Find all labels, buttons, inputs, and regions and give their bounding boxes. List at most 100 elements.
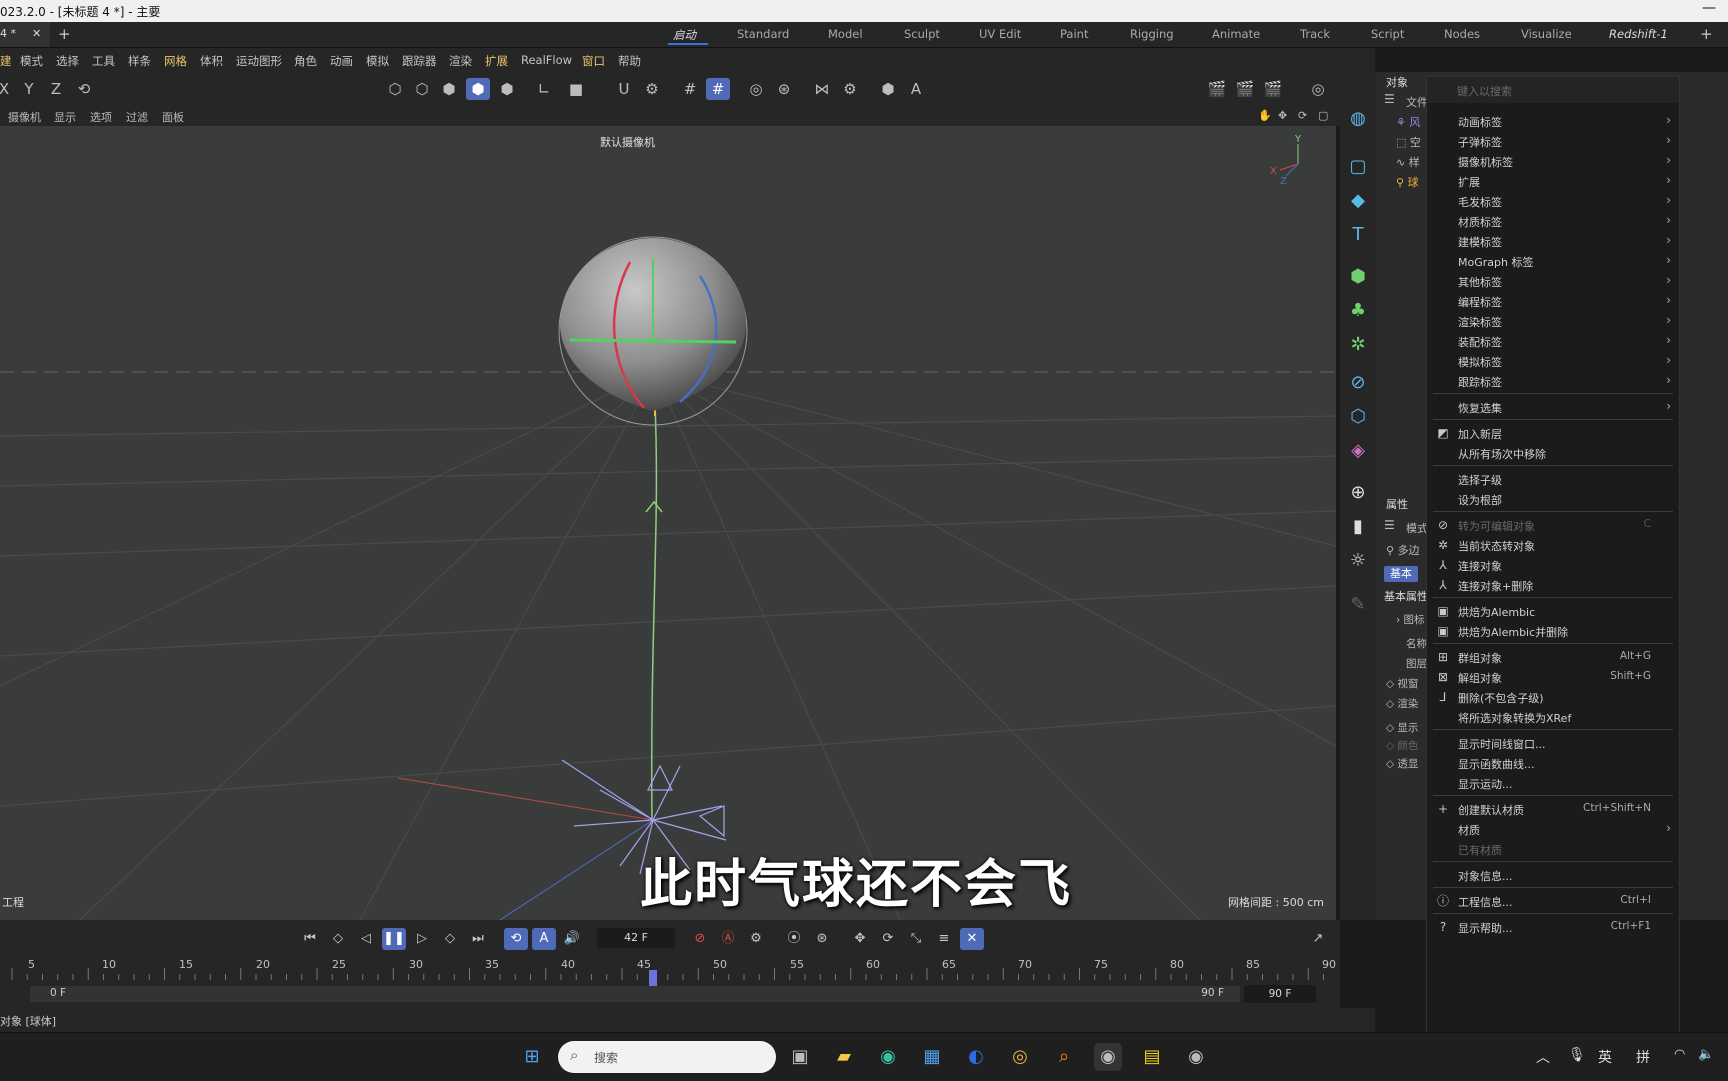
context-menu-item[interactable]: 摄像机标签 › bbox=[1427, 150, 1679, 172]
attr-row-viewport[interactable]: ◇ 视窗 bbox=[1386, 676, 1418, 691]
paint-tool-icon[interactable]: ✎ bbox=[1345, 592, 1371, 618]
object-row-spline[interactable]: ∿ 样 bbox=[1396, 154, 1420, 170]
modeling-settings-icon[interactable]: ⊛ bbox=[772, 78, 796, 100]
tab-layout-track[interactable]: Track bbox=[1300, 27, 1330, 41]
attr-row-display[interactable]: ◇ 显示 bbox=[1386, 720, 1418, 735]
tab-layout-rigging[interactable]: Rigging bbox=[1130, 27, 1174, 41]
menu-mograph[interactable]: 运动图形 bbox=[236, 53, 282, 69]
volume-icon[interactable]: 🔈 bbox=[1698, 1047, 1714, 1062]
context-menu-item[interactable]: 扩展 › bbox=[1427, 170, 1679, 192]
text-icon[interactable]: T bbox=[1345, 222, 1371, 248]
playhead[interactable] bbox=[648, 970, 657, 986]
context-menu-item[interactable]: 模拟标签 › bbox=[1427, 350, 1679, 372]
uv-mode-icon[interactable]: ⬢ bbox=[495, 78, 519, 100]
menu-realflow[interactable]: RealFlow bbox=[521, 53, 572, 67]
context-menu-item[interactable]: ✲ 当前状态转对象 bbox=[1427, 534, 1679, 556]
menu-render[interactable]: 渲染 bbox=[449, 53, 472, 69]
context-menu-item[interactable]: 跟踪标签 › bbox=[1427, 370, 1679, 392]
cube-outline-icon[interactable]: ▢ bbox=[1345, 154, 1371, 180]
tab-layout-nodes[interactable]: Nodes bbox=[1444, 27, 1480, 41]
mograph-cloner-icon[interactable]: ♣ bbox=[1345, 298, 1371, 324]
context-menu-item[interactable]: 装配标签 › bbox=[1427, 330, 1679, 352]
context-menu-item[interactable]: ⓘ 工程信息... Ctrl+I bbox=[1427, 890, 1679, 912]
edge-browser-icon[interactable]: ◉ bbox=[874, 1043, 902, 1071]
cinema4d-icon[interactable]: ◉ bbox=[1094, 1043, 1122, 1071]
tab-layout-paint[interactable]: Paint bbox=[1060, 27, 1088, 41]
menu-tracker[interactable]: 跟踪器 bbox=[402, 53, 437, 69]
microphone-icon[interactable]: 🎙 bbox=[1568, 1047, 1586, 1063]
previous-frame-icon[interactable]: ◁ bbox=[354, 928, 378, 950]
key-lock-icon[interactable]: ⦿ bbox=[782, 928, 806, 950]
context-menu-item[interactable]: ⊞ 群组对象 Alt+G bbox=[1427, 646, 1679, 668]
taskbar-search[interactable]: ⌕ 搜索 bbox=[558, 1041, 776, 1073]
next-frame-icon[interactable]: ▷ bbox=[410, 928, 434, 950]
add-layout-icon[interactable]: + bbox=[1700, 25, 1713, 43]
context-menu-item[interactable]: 显示运动... bbox=[1427, 772, 1679, 794]
quantize-icon[interactable]: A bbox=[904, 78, 928, 100]
move-view-icon[interactable]: ✥ bbox=[1278, 109, 1287, 122]
everything-search-icon[interactable]: ⌕ bbox=[1050, 1043, 1078, 1071]
menu-simulate[interactable]: 模拟 bbox=[366, 53, 389, 69]
null-icon[interactable]: ⬡ bbox=[1345, 404, 1371, 430]
menu-volume[interactable]: 体积 bbox=[200, 53, 223, 69]
symmetry-settings-icon[interactable]: ⚙ bbox=[838, 78, 862, 100]
maximize-view-icon[interactable]: ▢ bbox=[1318, 109, 1328, 122]
pan-icon[interactable]: ✋ bbox=[1258, 109, 1272, 122]
context-menu-item[interactable]: ? 显示帮助... Ctrl+F1 bbox=[1427, 916, 1679, 938]
pla-key-icon[interactable]: ✕ bbox=[960, 928, 984, 950]
hamburger-icon[interactable]: ☰ bbox=[1384, 92, 1395, 106]
workplane-icon[interactable]: # bbox=[706, 78, 730, 100]
spline-tag-icon[interactable]: ⊘ bbox=[1345, 370, 1371, 396]
edges-mode-icon[interactable]: ⬡ bbox=[410, 78, 434, 100]
rotation-key-icon[interactable]: ⟳ bbox=[876, 928, 900, 950]
tab-layout-redshift[interactable]: Redshift-1 bbox=[1609, 27, 1668, 41]
attr-row-xray[interactable]: ◇ 透显 bbox=[1386, 756, 1418, 771]
soft-selection-icon[interactable]: ◎ bbox=[744, 78, 768, 100]
loop-icon[interactable]: ⟲ bbox=[504, 928, 528, 950]
viewport-menu-options[interactable]: 选项 bbox=[90, 109, 112, 125]
redshift-icon[interactable]: ◎ bbox=[1306, 78, 1330, 100]
render-view-icon[interactable]: 🎬 bbox=[1205, 78, 1229, 100]
context-menu-item[interactable]: 对象信息... bbox=[1427, 864, 1679, 886]
attribute-menu-mode[interactable]: 模式 bbox=[1406, 520, 1428, 536]
fcurve-icon[interactable]: ↗ bbox=[1306, 928, 1330, 950]
viewport-menu-filter[interactable]: 过滤 bbox=[126, 109, 148, 125]
task-view-icon[interactable]: ▣ bbox=[786, 1043, 814, 1071]
context-menu-item[interactable]: 显示函数曲线... bbox=[1427, 752, 1679, 774]
context-menu-item[interactable]: ⅄ 连接对象 bbox=[1427, 554, 1679, 576]
3d-viewport[interactable]: Y X Z 默认摄像机 工程 网格间距 : 500 cm 此时气球还不会飞 bbox=[0, 126, 1336, 920]
ime-english[interactable]: 英 bbox=[1598, 1047, 1612, 1067]
wifi-icon[interactable]: ◠ bbox=[1674, 1047, 1685, 1062]
light-icon[interactable]: ☼ bbox=[1345, 548, 1371, 574]
object-row-sphere[interactable]: ⚲ 球 bbox=[1396, 174, 1419, 190]
context-menu-item[interactable]: 显示时间线窗口... bbox=[1427, 732, 1679, 754]
tab-layout-sculpt[interactable]: Sculpt bbox=[904, 27, 940, 41]
attr-row-render[interactable]: ◇ 渲染 bbox=[1386, 696, 1418, 711]
context-menu-item[interactable]: ⅃ 删除(不包含子级) bbox=[1427, 686, 1679, 708]
menu-extensions[interactable]: 扩展 bbox=[485, 53, 508, 69]
hamburger-icon[interactable]: ☰ bbox=[1384, 518, 1395, 532]
environment-icon[interactable]: ⊕ bbox=[1345, 480, 1371, 506]
axis-z-toggle[interactable]: Z bbox=[44, 78, 68, 100]
grid-icon[interactable]: # bbox=[678, 78, 702, 100]
cinema4d-secondary-icon[interactable]: ◉ bbox=[1182, 1043, 1210, 1071]
context-menu-item[interactable]: MoGraph 标签 › bbox=[1427, 250, 1679, 272]
context-menu-item[interactable]: 恢复选集 › bbox=[1427, 396, 1679, 418]
object-menu-file[interactable]: 文件 bbox=[1406, 94, 1428, 110]
context-menu-item[interactable]: 子弹标签 › bbox=[1427, 130, 1679, 152]
camera-label[interactable]: 默认摄像机 bbox=[600, 134, 655, 150]
tweak-mode-icon[interactable]: ■ bbox=[564, 78, 588, 100]
context-menu-search[interactable]: 键入以搜索 bbox=[1427, 77, 1679, 103]
camera-icon[interactable]: ▮ bbox=[1345, 514, 1371, 540]
document-tab[interactable]: 4 * ✕ bbox=[0, 22, 50, 47]
position-key-icon[interactable]: ✥ bbox=[848, 928, 872, 950]
go-to-start-icon[interactable]: ⏮ bbox=[298, 928, 322, 950]
coordinate-system-icon[interactable]: ⟲ bbox=[72, 78, 96, 100]
tab-layout-start[interactable]: 启动 bbox=[673, 27, 696, 43]
ime-pinyin[interactable]: 拼 bbox=[1636, 1047, 1650, 1067]
context-menu-item[interactable]: 毛发标签 › bbox=[1427, 190, 1679, 212]
lock-workplane-icon[interactable]: ⬢ bbox=[876, 78, 900, 100]
context-menu-item[interactable]: 将所选对象转换为XRef bbox=[1427, 706, 1679, 728]
mograph-effector-icon[interactable]: ◈ bbox=[1345, 438, 1371, 464]
object-row-null[interactable]: ⬚ 空 bbox=[1396, 134, 1421, 150]
